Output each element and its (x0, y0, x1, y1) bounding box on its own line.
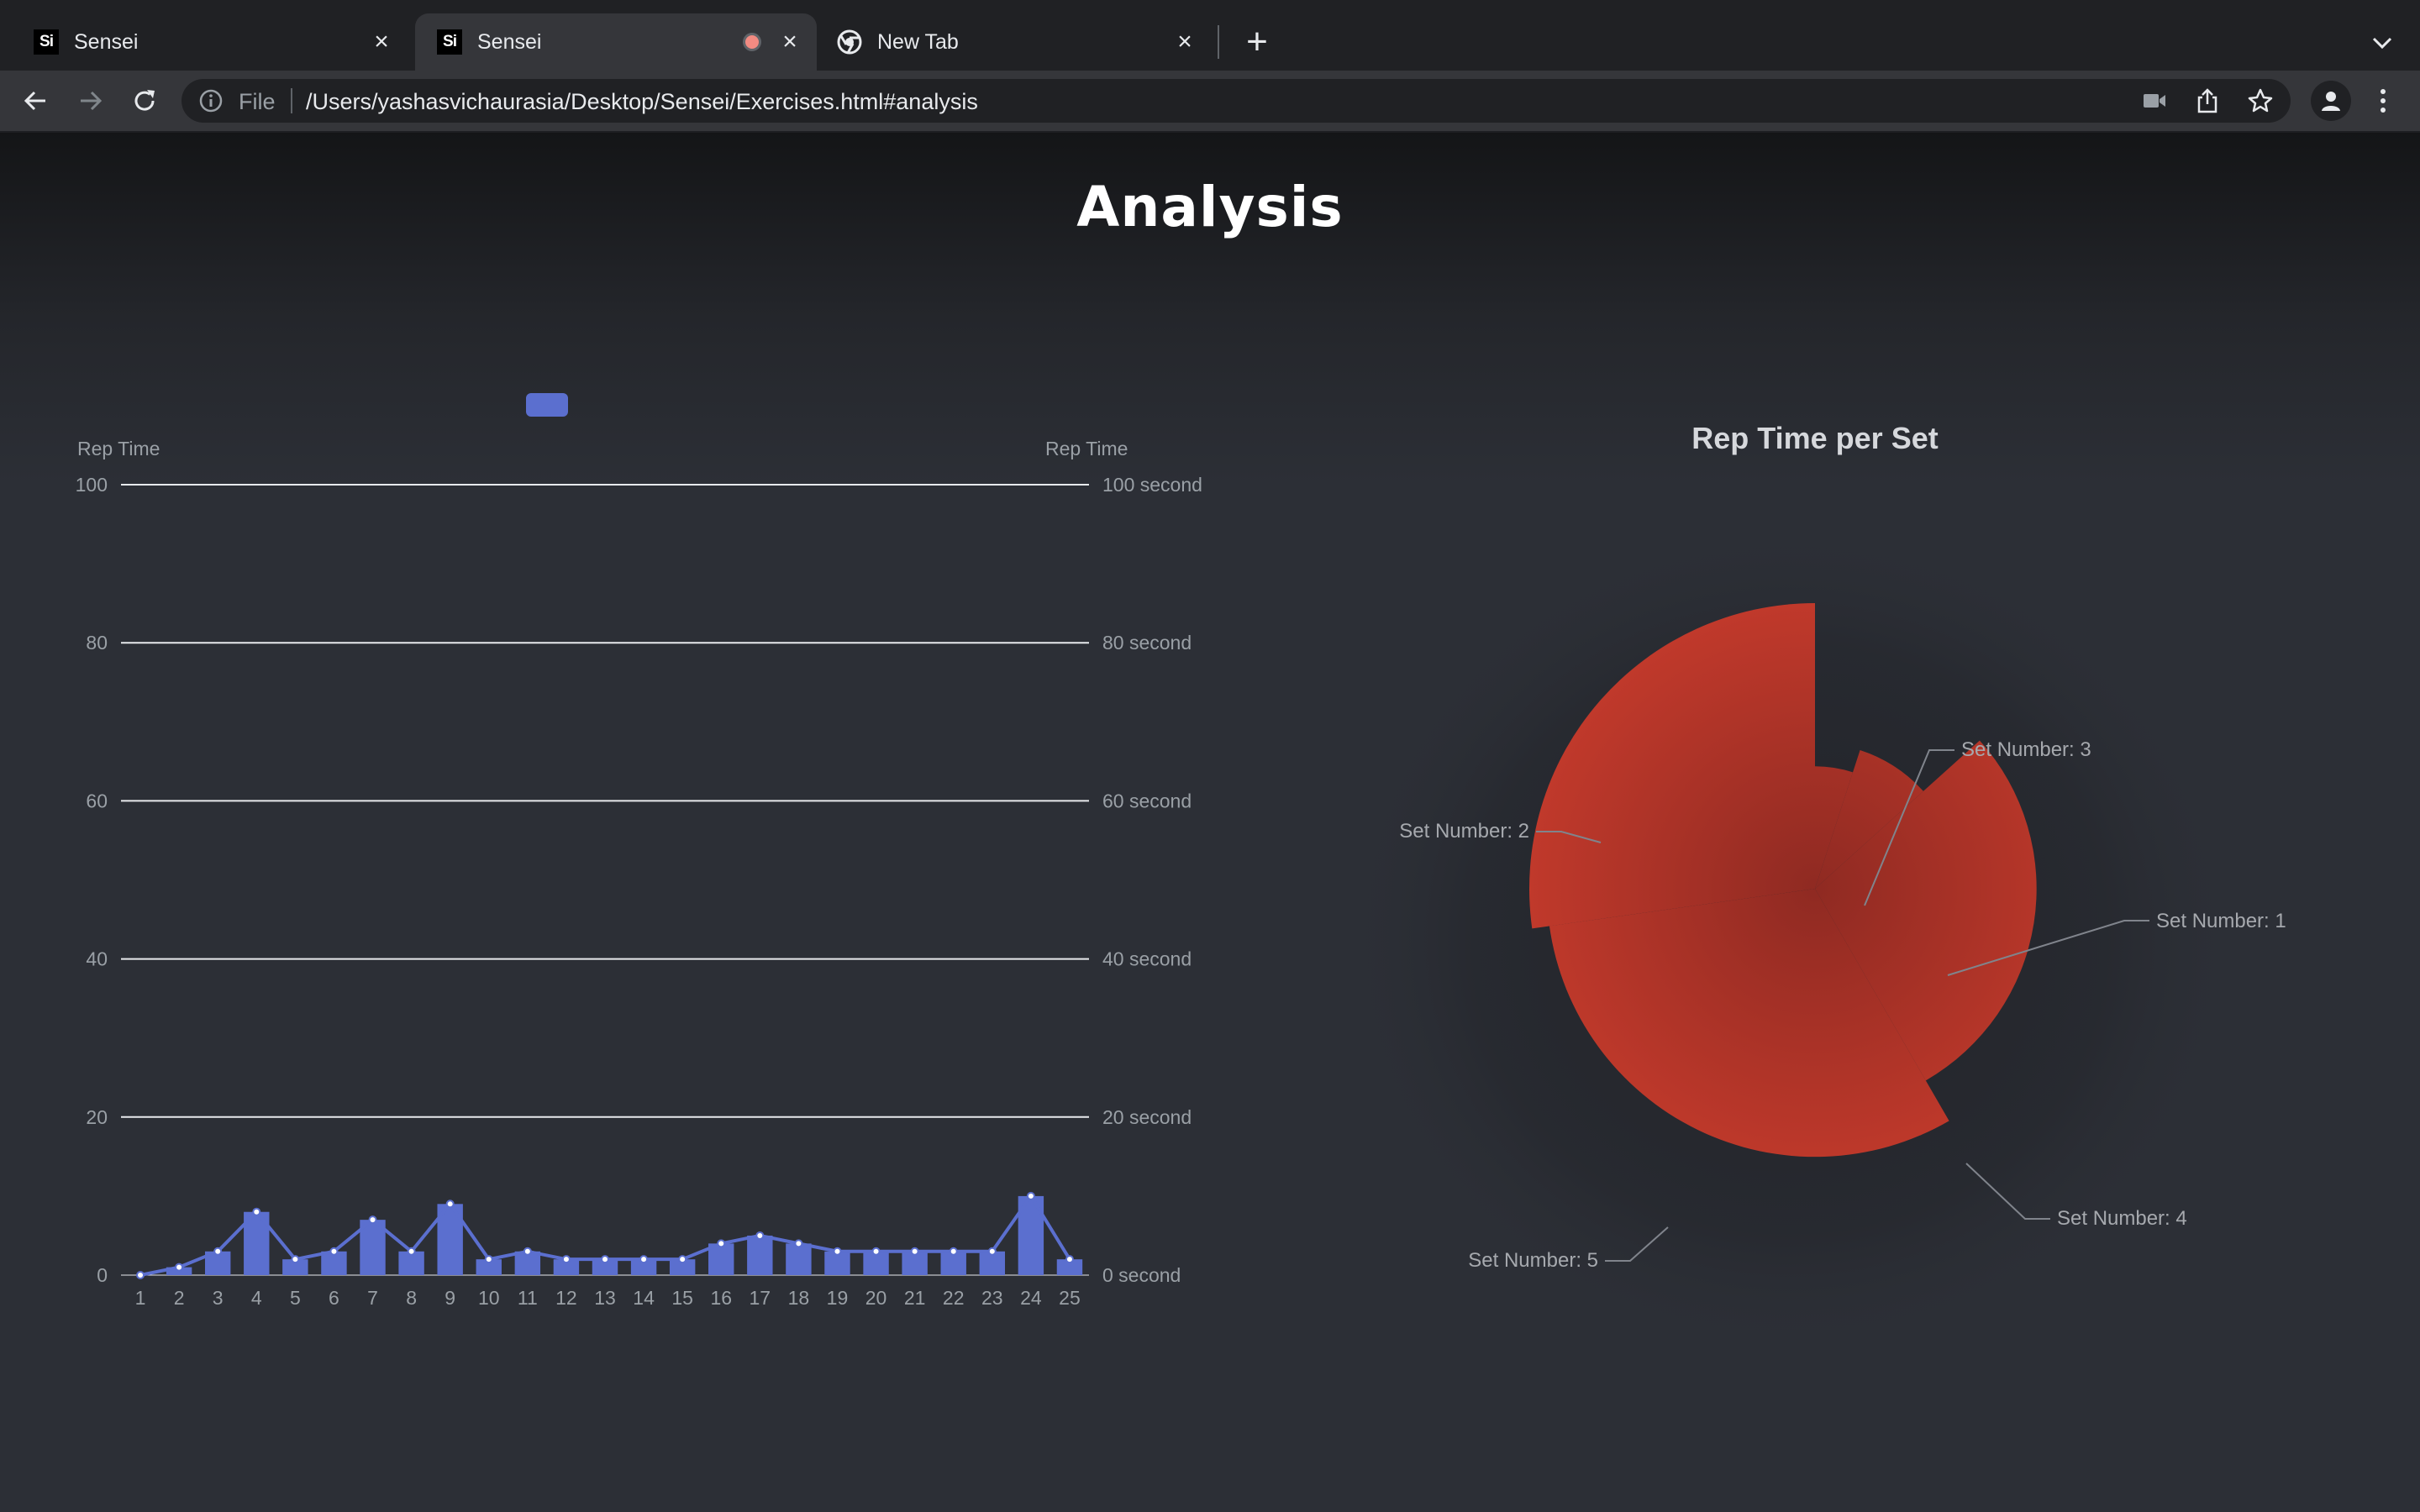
tab-sensei-1[interactable]: Si Sensei × (0, 13, 412, 71)
chrome-icon (837, 29, 862, 55)
close-tab-icon[interactable]: × (775, 27, 805, 57)
url-text[interactable]: /Users/yashasvichaurasia/Desktop/Sensei/… (306, 89, 978, 115)
recording-indicator-icon (743, 33, 761, 51)
tab-title: Sensei (477, 29, 542, 54)
browser-menu-button[interactable] (2366, 81, 2400, 121)
sensei-favicon-icon: Si (437, 29, 462, 55)
profile-avatar-button[interactable] (2311, 81, 2351, 121)
close-tab-icon[interactable]: × (1170, 27, 1200, 57)
tab-strip: Si Sensei × Si Sensei × New Tab × + (0, 0, 2420, 71)
browser-toolbar: File /Users/yashasvichaurasia/Desktop/Se… (0, 71, 2420, 131)
new-tab-button[interactable]: + (1234, 18, 1281, 66)
share-icon[interactable] (2192, 86, 2223, 116)
tab-title: New Tab (877, 29, 959, 54)
tab-search-chevron-icon[interactable] (2361, 22, 2403, 64)
pie-chart-title: Rep Time per Set (1691, 421, 1938, 455)
rep-time-pie-chart: Rep Time per Set Set Number: 1 Set Number… (1336, 421, 2286, 1359)
pie-slice-label: Set Number: 3 (1961, 738, 2091, 761)
forward-button[interactable] (69, 79, 113, 123)
analysis-page: Analysis Rep Time Rep Time 00 second 20 20… (0, 133, 2420, 1512)
tab-separator (1218, 25, 1219, 59)
reload-button[interactable] (123, 79, 166, 123)
address-bar[interactable]: File /Users/yashasvichaurasia/Desktop/Se… (182, 79, 2291, 123)
tab-new-tab[interactable]: New Tab × (820, 13, 1215, 71)
sensei-favicon-icon: Si (34, 29, 59, 55)
omnibox-separator (291, 88, 292, 113)
tab-sensei-2[interactable]: Si Sensei × (415, 13, 817, 71)
info-icon[interactable] (198, 88, 224, 113)
scheme-label: File (239, 89, 276, 114)
close-tab-icon[interactable]: × (366, 27, 397, 57)
pie-slice-label: Set Number: 5 (1468, 1249, 1598, 1272)
tab-title: Sensei (74, 29, 139, 54)
bookmark-star-icon[interactable] (2245, 86, 2275, 116)
camera-icon[interactable] (2139, 86, 2170, 116)
back-button[interactable] (13, 79, 57, 123)
pie-slice-label: Set Number: 2 (1399, 820, 1529, 843)
pie-slice-label: Set Number: 4 (2057, 1207, 2187, 1230)
pie-slice-label: Set Number: 1 (2156, 910, 2286, 932)
